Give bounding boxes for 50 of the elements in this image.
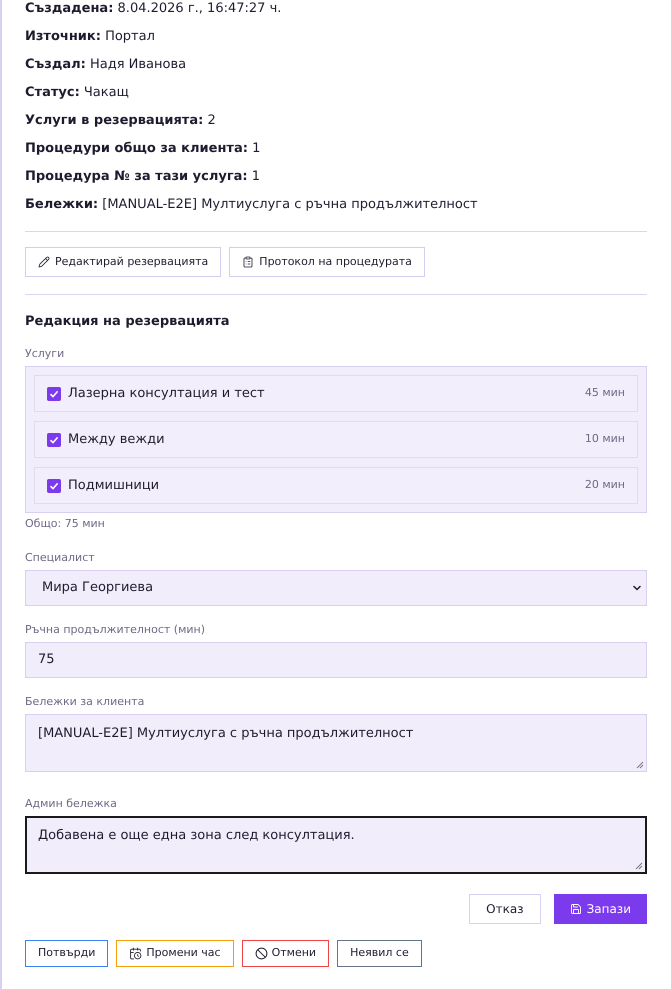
duration-input[interactable]: 75: [25, 642, 647, 678]
total-duration: Общо: 75 мин: [25, 517, 106, 531]
status-button[interactable]: Потвърди: [25, 940, 108, 967]
clipboard-icon: [242, 256, 254, 268]
detail-line: Процедура № за тази услуга: 1: [25, 168, 262, 186]
checkmark-icon: [49, 434, 59, 444]
detail-line: Статус: Чакащ: [25, 84, 130, 102]
service-duration: 45 мин: [584, 385, 625, 402]
detail-line: Създадена: 8.04.2026 г., 16:47:27 ч.: [25, 0, 282, 18]
calendar-clock-icon: [129, 947, 142, 960]
detail-line: Източник: Портал: [25, 28, 156, 46]
service-name: Подмишници: [68, 476, 160, 495]
service-duration: 10 мин: [584, 431, 625, 448]
field-label: Услуги: [25, 347, 66, 361]
save-button[interactable]: Запази: [554, 894, 647, 924]
detail-line: Услуги в резервацията: 2: [25, 112, 217, 130]
service-option[interactable]: Между вежди 10 мин: [34, 421, 638, 458]
field-label: Бележки за клиента: [25, 695, 146, 709]
checkmark-icon: [49, 388, 59, 398]
section-heading: Редакция на резервацията: [25, 313, 231, 331]
service-duration: 20 мин: [584, 477, 625, 494]
field-label: Ръчна продължителност (мин): [25, 623, 206, 637]
detail-line: Създал: Надя Иванова: [25, 56, 188, 74]
pencil-icon: [38, 256, 50, 268]
service-option[interactable]: Подмишници 20 мин: [34, 467, 638, 504]
field-label: Админ бележка: [25, 797, 118, 811]
checkbox[interactable]: [47, 478, 61, 492]
specialist-select[interactable]: Мира Георгиева: [25, 570, 647, 606]
resize-grip-icon[interactable]: [636, 761, 644, 769]
checkmark-icon: [49, 480, 59, 490]
action-button[interactable]: Редактирай резервацията: [25, 247, 222, 277]
select-value: Мира Георгиева: [42, 579, 154, 598]
status-button[interactable]: Отмени: [242, 940, 330, 967]
service-option[interactable]: Лазерна консултация и тест 45 мин: [34, 375, 638, 412]
client-notes-textarea[interactable]: [MANUAL-E2E] Мултиуслуга с ръчна продължителност: [25, 714, 647, 772]
action-button[interactable]: Протокол на процедурата: [229, 247, 425, 277]
detail-line: Процедури общо за клиента: 1: [25, 140, 262, 158]
service-name: Лазерна консултация и тест: [68, 384, 265, 403]
field-label: Специалист: [25, 551, 96, 565]
status-button[interactable]: Неявил се: [337, 940, 422, 967]
checkbox[interactable]: [47, 432, 61, 446]
service-name: Между вежди: [68, 430, 165, 449]
status-button[interactable]: Промени час: [116, 940, 234, 967]
ban-icon: [254, 947, 268, 960]
checkbox[interactable]: [47, 386, 61, 400]
admin-note-textarea[interactable]: Добавена е още една зона след консултация.: [25, 816, 647, 874]
save-icon: [570, 903, 582, 915]
detail-line: Бележки: [MANUAL-E2E] Мултиуслуга с ръчна продължителност: [25, 196, 479, 214]
cancel-button[interactable]: Отказ: [469, 894, 541, 924]
resize-grip-icon[interactable]: [635, 862, 643, 870]
